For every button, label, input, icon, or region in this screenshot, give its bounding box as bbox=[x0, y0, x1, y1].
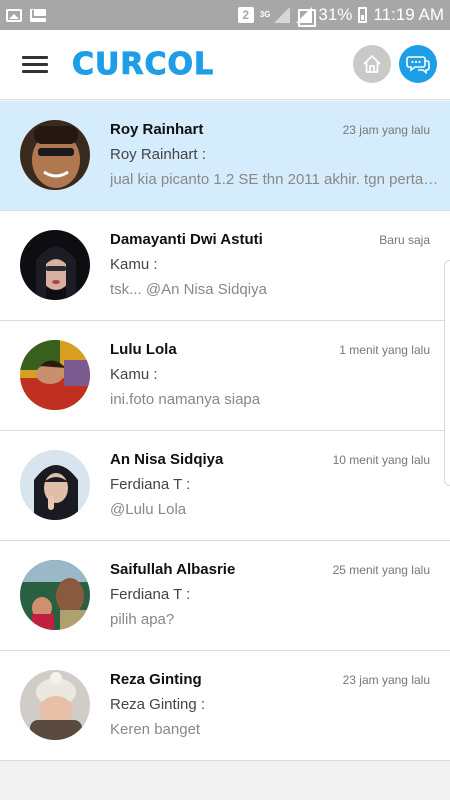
chat-icon bbox=[406, 56, 430, 75]
chat-time: 23 jam yang lalu bbox=[342, 123, 430, 137]
chat-sender: Roy Rainhart : bbox=[110, 146, 206, 163]
clock: 11:19 AM bbox=[373, 5, 444, 24]
chat-message: tsk... @An Nisa Sidqiya bbox=[110, 281, 267, 298]
signal-box-icon bbox=[296, 7, 317, 27]
chat-name: An Nisa Sidqiya bbox=[110, 451, 224, 468]
chat-time: 23 jam yang lalu bbox=[342, 673, 430, 687]
menu-icon bbox=[22, 56, 48, 59]
home-icon bbox=[363, 55, 381, 73]
avatar bbox=[20, 230, 90, 300]
chat-time: 25 menit yang lalu bbox=[332, 563, 430, 577]
chat-row[interactable]: An Nisa Sidqiya 10 menit yang lalu Ferdi… bbox=[0, 431, 450, 541]
app-bar: CURCOL bbox=[0, 30, 450, 100]
avatar bbox=[20, 560, 90, 630]
chat-name: Damayanti Dwi Astuti bbox=[110, 231, 263, 248]
chat-message: pilih apa? bbox=[110, 611, 175, 628]
menu-button[interactable] bbox=[22, 55, 48, 75]
side-drawer-handle[interactable] bbox=[444, 260, 450, 486]
chat-row[interactable]: Saifullah Albasrie 25 menit yang lalu Fe… bbox=[0, 541, 450, 651]
chat-sender: Kamu : bbox=[110, 256, 158, 273]
chat-row[interactable]: Reza Ginting 23 jam yang lalu Reza Ginti… bbox=[0, 651, 450, 761]
avatar bbox=[20, 340, 90, 410]
chat-sender: Ferdiana T : bbox=[110, 586, 191, 603]
chat-message: jual kia picanto 1.2 SE thn 2011 akhir. … bbox=[110, 171, 440, 188]
home-button[interactable] bbox=[353, 45, 391, 83]
network-type: 3G bbox=[259, 10, 271, 19]
chat-row[interactable]: Roy Rainhart 23 jam yang lalu Roy Rainha… bbox=[0, 101, 450, 211]
chat-message: Keren banget bbox=[110, 721, 201, 738]
chat-time: Baru saja bbox=[379, 233, 430, 247]
avatar bbox=[20, 670, 90, 740]
battery-percent: 31% bbox=[318, 5, 353, 24]
chat-sender: Kamu : bbox=[110, 366, 158, 383]
chat-name: Lulu Lola bbox=[110, 341, 177, 358]
chat-name: Saifullah Albasrie bbox=[110, 561, 236, 578]
chat-time: 1 menit yang lalu bbox=[339, 343, 430, 357]
signal-icon bbox=[274, 7, 291, 23]
chat-name: Reza Ginting bbox=[110, 671, 202, 688]
app-logo: CURCOL bbox=[71, 47, 215, 83]
gmail-icon bbox=[30, 8, 46, 22]
chat-message: ini.foto namanya siapa bbox=[110, 391, 261, 408]
chat-sender: Reza Ginting : bbox=[110, 696, 206, 713]
chat-row[interactable]: Damayanti Dwi Astuti Baru saja Kamu : ts… bbox=[0, 211, 450, 321]
image-icon bbox=[6, 8, 22, 22]
chat-message: @Lulu Lola bbox=[110, 501, 187, 518]
chat-list: Roy Rainhart 23 jam yang lalu Roy Rainha… bbox=[0, 101, 450, 761]
chat-time: 10 menit yang lalu bbox=[332, 453, 430, 467]
chat-button[interactable] bbox=[399, 45, 437, 83]
battery-icon bbox=[358, 7, 368, 23]
chat-row[interactable]: Lulu Lola 1 menit yang lalu Kamu : ini.f… bbox=[0, 321, 450, 431]
chat-sender: Ferdiana T : bbox=[110, 476, 191, 493]
avatar bbox=[20, 120, 90, 190]
avatar bbox=[20, 450, 90, 520]
notification-count: 2 bbox=[237, 7, 254, 23]
chat-name: Roy Rainhart bbox=[110, 121, 204, 138]
status-bar: 2 3G 31% 11:19 AM bbox=[0, 0, 450, 30]
